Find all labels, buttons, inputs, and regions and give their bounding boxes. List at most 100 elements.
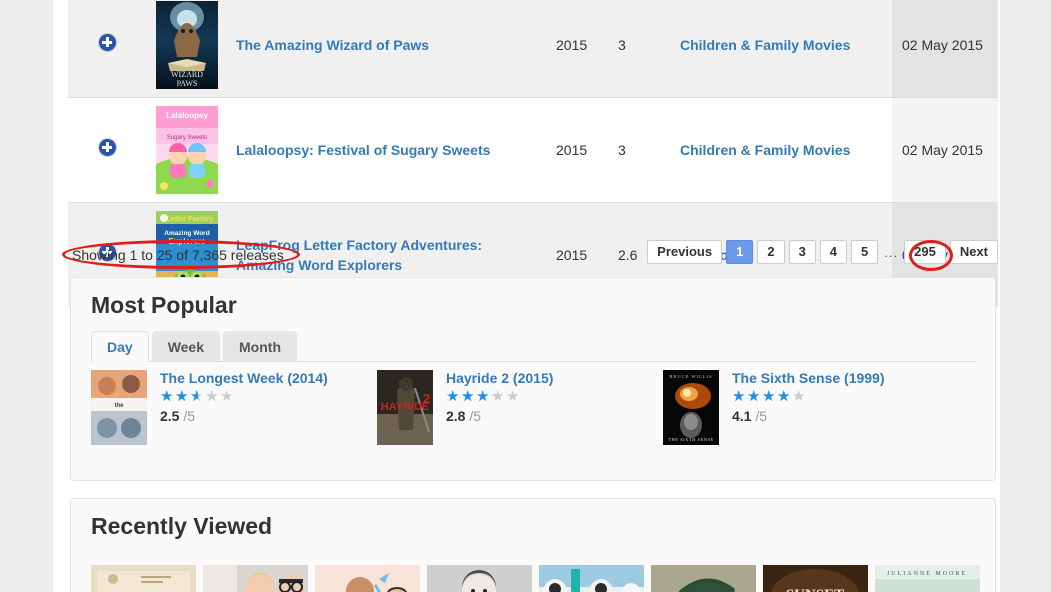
year-cell: 2015 — [546, 0, 608, 98]
popular-poster-thumbnail[interactable]: HAYRIDE 2 — [377, 370, 433, 445]
tab-day[interactable]: Day — [91, 331, 149, 362]
star-icon: ★ ★ — [175, 388, 189, 405]
popular-item[interactable]: BRUCE WILLIS THE SIXTH SENSE The Sixth S… — [663, 370, 949, 445]
recently-viewed-thumbnail[interactable]: SUNSET BOULEVARD — [763, 565, 868, 592]
svg-text:WIZARD: WIZARD — [171, 70, 203, 79]
rating-cell: 3 — [608, 97, 670, 203]
title-cell[interactable]: Lalaloopsy: Festival of Sugary Sweets — [226, 97, 546, 203]
pagination-page-3[interactable]: 3 — [788, 240, 816, 264]
popular-poster-thumbnail[interactable]: BRUCE WILLIS THE SIXTH SENSE — [663, 370, 719, 445]
svg-text:the: the — [115, 403, 125, 409]
recently-viewed-thumbnail[interactable] — [427, 565, 532, 592]
popular-item-info: The Longest Week (2014) ★ ★ ★ ★ ★ ★ ★ ★ 2.5 /5 — [147, 370, 328, 445]
star-icon: ★ ★ — [747, 388, 761, 405]
recently-viewed-thumbnail[interactable] — [203, 565, 308, 592]
star-icon: ★ ★ — [190, 388, 204, 405]
recently-viewed-thumbnail[interactable]: JULIANNE MOORE The Prize — [875, 565, 980, 592]
tab-month[interactable]: Month — [223, 331, 297, 361]
popular-item-score: 4.1 /5 — [732, 408, 885, 424]
pagination-last-page[interactable]: 295 — [904, 240, 946, 264]
popular-item-score: 2.8 /5 — [446, 408, 553, 424]
score-denominator: /5 — [755, 408, 768, 424]
popular-item-info: Hayride 2 (2015) ★ ★ ★ ★ ★ ★ ★ ★ 2.8 /5 — [433, 370, 553, 445]
star-icon: ★ ★ — [476, 388, 490, 405]
star-icon: ★ ★ — [732, 388, 746, 405]
artwork-cell[interactable]: WIZARD PAWS — [146, 0, 226, 98]
star-icon: ★ — [205, 388, 219, 405]
year-cell: 2015 — [546, 97, 608, 203]
plus-circle-icon[interactable] — [98, 33, 116, 51]
pagination-next[interactable]: Next — [949, 240, 998, 264]
star-icon: ★ — [220, 388, 234, 405]
star-icon: ★ — [792, 388, 806, 405]
table-row[interactable]: Lalaloopsy Sugary Sweets Lalaloopsy: Fes… — [68, 97, 998, 203]
release-title-link[interactable]: The Amazing Wizard of Paws — [236, 37, 429, 53]
svg-text:Amazing Word: Amazing Word — [164, 230, 209, 237]
table-footer: Showing 1 to 25 of 7,365 releases Previo… — [68, 240, 998, 272]
pagination-page-2[interactable]: 2 — [757, 240, 785, 264]
popular-item-title[interactable]: The Sixth Sense (1999) — [732, 370, 885, 386]
rating-cell: 3 — [608, 0, 670, 98]
popular-poster-thumbnail[interactable]: the week — [91, 370, 147, 445]
most-popular-items: the week The Longest Week (2014) ★★★★★★★… — [91, 370, 977, 445]
popular-item-title[interactable]: Hayride 2 (2015) — [446, 370, 553, 386]
score-value: 2.5 — [160, 408, 180, 424]
plus-circle-icon[interactable] — [98, 138, 116, 156]
genre-link[interactable]: Children & Family Movies — [680, 142, 850, 158]
recently-viewed-thumbnail[interactable] — [315, 565, 420, 592]
most-popular-tabs: Day Week Month — [91, 331, 977, 362]
svg-text:BRUCE WILLIS: BRUCE WILLIS — [669, 374, 712, 379]
svg-text:Lalaloopsy: Lalaloopsy — [166, 111, 208, 120]
pagination-page-5[interactable]: 5 — [851, 240, 879, 264]
star-rating: ★ ★ ★ ★ ★ ★ ★ ★ — [160, 389, 328, 405]
pagination-page-1[interactable]: 1 — [726, 240, 754, 264]
recently-viewed-title: Recently Viewed — [91, 513, 273, 539]
table-row[interactable]: WIZARD PAWS The Amazing Wizard of Paws 2… — [68, 0, 998, 98]
release-title-link[interactable]: Lalaloopsy: Festival of Sugary Sweets — [236, 142, 490, 158]
page-root: WIZARD PAWS The Amazing Wizard of Paws 2… — [0, 0, 1051, 592]
genre-cell[interactable]: Children & Family Movies — [670, 0, 892, 98]
tab-week[interactable]: Week — [151, 331, 221, 361]
popular-item-info: The Sixth Sense (1999) ★ ★ ★ ★ ★ ★ ★ ★ ★ 4.1 /5 — [719, 370, 885, 445]
date-added-cell: 02 May 2015 — [892, 97, 998, 203]
date-added-cell: 02 May 2015 — [892, 0, 998, 98]
genre-link[interactable]: Children & Family Movies — [680, 37, 850, 53]
score-value: 4.1 — [732, 408, 752, 424]
popular-item-score: 2.5 /5 — [160, 408, 328, 424]
svg-text:JULIANNE MOORE: JULIANNE MOORE — [887, 571, 967, 577]
star-rating: ★ ★ ★ ★ ★ ★ ★ ★ ★ — [732, 389, 885, 405]
star-icon: ★ ★ — [762, 388, 776, 405]
svg-text:SUNSET: SUNSET — [786, 587, 844, 592]
most-popular-title: Most Popular — [91, 292, 237, 318]
poster-thumbnail[interactable]: Lalaloopsy Sugary Sweets — [156, 106, 218, 194]
popular-item-title[interactable]: The Longest Week (2014) — [160, 370, 328, 386]
recently-viewed-thumbnail[interactable] — [91, 565, 196, 592]
recently-viewed-thumbnail[interactable] — [651, 565, 756, 592]
pagination: Previous 1 2 3 4 5 ... 295 Next — [643, 240, 998, 264]
recently-viewed-list: SUNSET BOULEVARD JULIANNE MOORE The Priz… — [91, 565, 981, 592]
title-cell[interactable]: The Amazing Wizard of Paws — [226, 0, 546, 98]
recently-viewed-thumbnail[interactable] — [539, 565, 644, 592]
poster-thumbnail[interactable]: WIZARD PAWS — [156, 1, 218, 89]
svg-text:2: 2 — [423, 391, 430, 406]
popular-item[interactable]: the week The Longest Week (2014) ★★★★★★★… — [91, 370, 377, 445]
popular-item[interactable]: HAYRIDE 2 Hayride 2 (2015) ★ ★ ★ ★ ★ ★ ★ ★ 2.8 … — [377, 370, 663, 445]
most-popular-panel: Most Popular Day Week Month the week — [70, 277, 996, 481]
score-denominator: /5 — [183, 408, 196, 424]
showing-entries-text: Showing 1 to 25 of 7,365 releases — [72, 247, 284, 263]
pagination-page-4[interactable]: 4 — [819, 240, 848, 264]
artwork-cell[interactable]: Lalaloopsy Sugary Sweets — [146, 97, 226, 203]
pagination-previous[interactable]: Previous — [647, 240, 723, 264]
expand-cell[interactable] — [68, 0, 146, 98]
svg-text:Letter Factory: Letter Factory — [167, 216, 214, 223]
svg-text:THE SIXTH SENSE: THE SIXTH SENSE — [668, 437, 714, 442]
star-icon: ★ ★ — [446, 388, 460, 405]
star-icon: ★ ★ — [777, 388, 791, 405]
genre-cell[interactable]: Children & Family Movies — [670, 97, 892, 203]
star-icon: ★ ★ — [160, 388, 174, 405]
star-icon: ★ ★ — [461, 388, 475, 405]
score-value: 2.8 — [446, 408, 466, 424]
star-icon: ★ — [491, 388, 505, 405]
expand-cell[interactable] — [68, 97, 146, 203]
score-denominator: /5 — [469, 408, 482, 424]
